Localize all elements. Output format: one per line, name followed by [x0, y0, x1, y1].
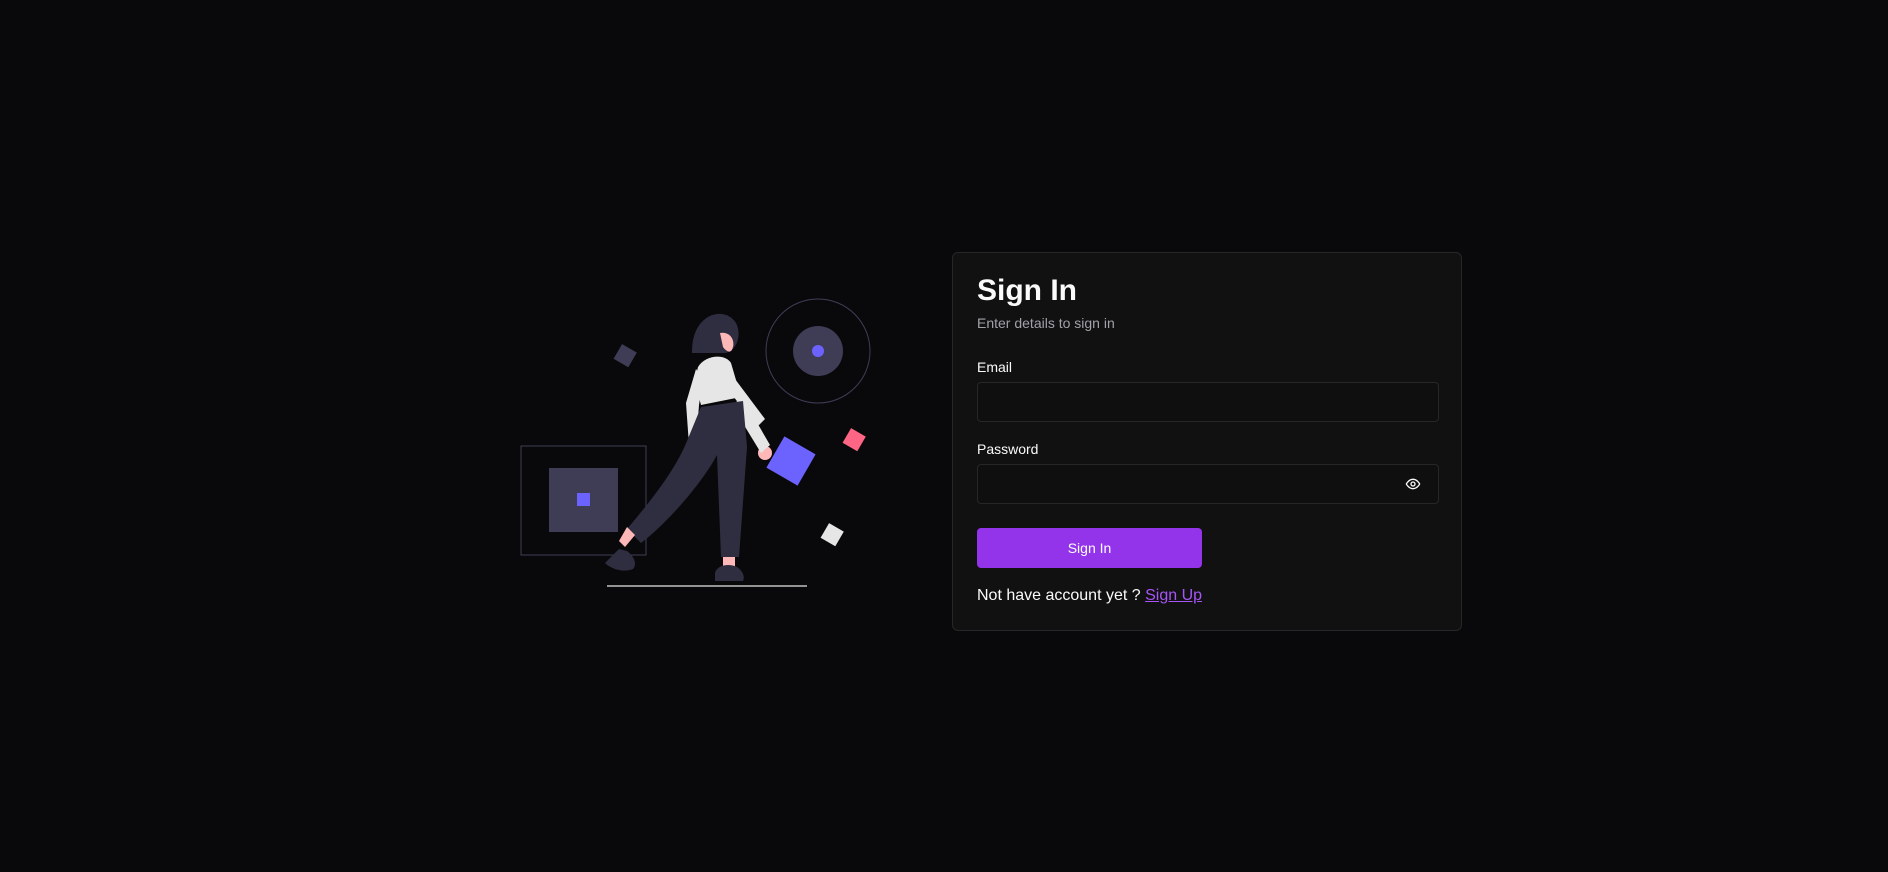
held-box — [766, 436, 816, 486]
eye-icon[interactable] — [1403, 475, 1423, 493]
email-label: Email — [977, 359, 1013, 375]
inner-square — [577, 493, 590, 506]
password-field[interactable] — [977, 464, 1439, 504]
page-title: Sign In — [977, 274, 1077, 307]
signup-prompt-text: Not have account yet ? — [977, 587, 1141, 604]
page-subtitle: Enter details to sign in — [977, 315, 1115, 331]
password-label: Password — [977, 441, 1039, 457]
floating-square-pink — [842, 428, 866, 452]
signup-prompt: Not have account yet ? Sign Up — [977, 585, 1202, 607]
sign-in-card: Sign In Enter details to sign in Email P… — [952, 252, 1462, 631]
email-field[interactable] — [977, 382, 1439, 422]
sign-in-button[interactable]: Sign In — [977, 528, 1202, 568]
floating-square-dark — [613, 344, 637, 368]
dot-circle — [812, 345, 824, 357]
sign-in-illustration — [520, 298, 871, 587]
floating-square-light — [820, 523, 844, 547]
sign-up-link[interactable]: Sign Up — [1145, 587, 1202, 604]
